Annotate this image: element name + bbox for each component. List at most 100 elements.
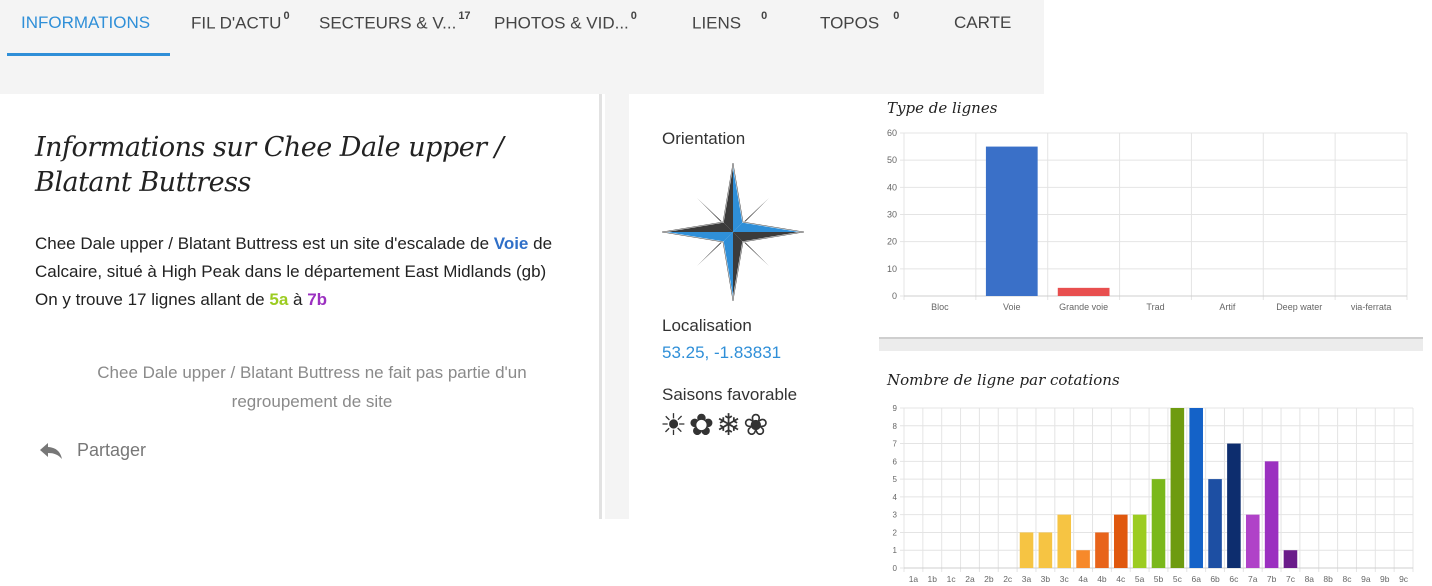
bar-4b [1095,532,1109,568]
tab-liens[interactable]: LIENS 0 [692,10,768,34]
tab-fil-actu[interactable]: FIL D'ACTU 0 [191,10,290,34]
bar-3c [1057,514,1072,568]
line-type-chart: 0 10 20 30 40 50 60 Bloc Voie Grande voie Trad Arti… [887,128,1408,312]
y-tick-label: 2 [893,528,898,537]
bar-6c [1227,443,1241,568]
x-tick-label: Grande voie [1059,302,1108,312]
tab-topos[interactable]: TOPOS 0 [820,10,900,34]
coordinates-link[interactable]: 53.25, -1.83831 [662,343,781,363]
bar-7a [1245,514,1260,568]
regroup-note: Chee Dale upper / Blatant Buttress ne fa… [97,363,527,411]
x-tick-label: 1b [928,574,938,584]
line-type-chart-panel: Type de lignes 0 10 20 30 40 50 60 Bloc Voie Gran… [879,94,1423,337]
bar-5b [1151,479,1166,568]
x-tick-label: 8c [1343,574,1353,584]
side-card: Orientation Localisation 53.25, -1.83831… [629,94,879,519]
chart-divider [879,337,1423,351]
y-tick-label: 10 [887,264,897,274]
tab-label: INFORMATIONS [21,13,151,32]
x-tick-label: 1c [947,574,957,584]
x-tick-label: 8b [1323,574,1333,584]
site-description: Chee Dale upper / Blatant Buttress est u… [35,230,575,314]
tab-label: FIL D'ACTU [191,13,282,33]
bar-7c [1283,550,1298,568]
tab-count: 17 [458,10,471,22]
x-tick-label: 1a [909,574,919,584]
x-tick-label: 3a [1022,574,1032,584]
tab-secteurs[interactable]: SECTEURS & V... 17 [319,10,471,34]
y-tick-label: 9 [893,404,898,413]
x-tick-label: 6a [1191,574,1201,584]
y-tick-label: 0 [893,564,898,573]
x-tick-label: 4a [1078,574,1088,584]
x-tick-label: Artif [1219,302,1236,312]
route-type-link[interactable]: Voie [494,234,529,253]
x-tick-label: 3c [1060,574,1070,584]
orientation-label: Orientation [662,129,746,148]
x-tick-label: 4b [1097,574,1107,584]
chart-title: Nombre de ligne par cotations [887,371,1120,389]
tab-label: LIENS [692,13,742,33]
x-tick-label: 7b [1267,574,1277,584]
x-tick-label: 2c [1003,574,1013,584]
desc-text: On y trouve 17 lignes allant de [35,290,270,309]
x-tick-label: 5b [1154,574,1164,584]
tab-count: 0 [761,10,768,22]
y-tick-label: 5 [893,475,898,484]
x-tick-label: 9b [1380,574,1390,584]
compass-icon [661,162,805,302]
y-tick-label: 40 [887,182,897,192]
x-tick-label: 7c [1286,574,1296,584]
x-tick-label: 6c [1229,574,1239,584]
share-button[interactable]: Partager [39,440,146,461]
y-tick-label: 1 [893,546,898,555]
x-tick-label: 6b [1210,574,1220,584]
tab-carte[interactable]: CARTE [954,13,1011,33]
y-tick-label: 4 [893,493,898,502]
x-tick-label: Voie [1003,302,1021,312]
bar-5a [1132,514,1147,568]
season-icons: ☀ ✿ ❄ ❀ [660,410,768,442]
x-tick-label: 9a [1361,574,1371,584]
maple-leaf-icon: ✿ [688,409,715,442]
grade-min: 5a [269,290,289,309]
tab-count: 0 [893,10,900,22]
bar-4a [1076,550,1090,568]
y-tick-label: 3 [893,511,898,520]
bar-6a [1189,408,1203,568]
x-tick-label: 3b [1041,574,1051,584]
x-tick-label: 5a [1135,574,1145,584]
sun-icon: ☀ [660,409,687,442]
tab-photos[interactable]: PHOTOS & VID... 0 [494,10,637,34]
tab-bar: INFORMATIONS FIL D'ACTU 0 SECTEURS & V...… [0,0,1044,94]
y-tick-label: 6 [893,457,898,466]
y-tick-label: 50 [887,155,897,165]
desc-text: Chee Dale upper / Blatant Buttress est u… [35,234,494,253]
share-label: Partager [77,440,147,460]
desc-text: à [288,290,308,309]
bar-5c [1170,408,1185,568]
bar-3b [1038,532,1053,568]
y-tick-label: 20 [887,237,897,247]
bar-4c [1114,514,1128,568]
y-tick-label: 0 [892,291,897,301]
seasons-label: Saisons favorable [662,385,798,404]
bar-Voie [985,146,1038,296]
location-label: Localisation [662,316,752,335]
tab-label: TOPOS [820,13,880,33]
x-tick-label: 2a [965,574,975,584]
active-tab-indicator [7,53,170,56]
bar-3a [1019,532,1034,568]
y-tick-label: 8 [893,422,898,431]
bar-Grande voie [1057,287,1110,296]
info-card: Informations sur Chee Dale upper / Blata… [7,94,602,519]
tab-label: SECTEURS & V... [319,13,457,33]
tab-count: 0 [630,10,637,22]
grade-chart: 0 1 2 3 4 5 6 7 8 9 1a 1b 1c 2a 2b 2c 3a 3b 3c 4a 4b 4c 5a 5b 5c… [893,404,1414,584]
y-tick-label: 7 [893,440,898,449]
tab-informations[interactable]: INFORMATIONS [21,13,150,33]
flower-icon: ❀ [743,409,769,442]
grade-chart-panel: Nombre de ligne par cotations 0 1 2 3 4 5 6 7 8 9… [879,351,1423,586]
x-tick-label: 8a [1305,574,1315,584]
grade-max: 7b [307,290,328,309]
